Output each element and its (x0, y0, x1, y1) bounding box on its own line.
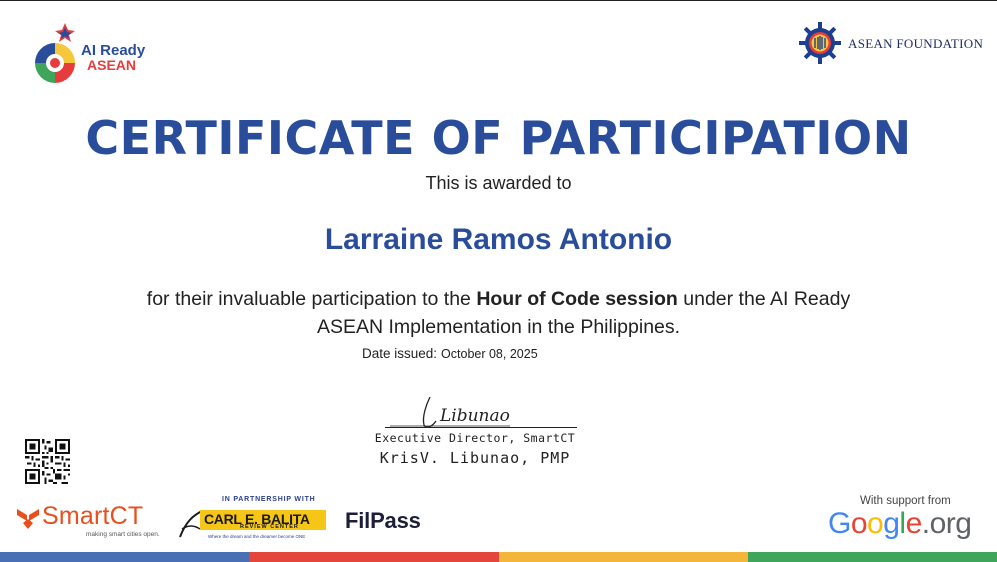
handwritten-signature: Libunao (390, 396, 510, 428)
ai-ready-asean-logo: AI Ready ASEAN (33, 23, 173, 83)
signatory-role: Executive Director, SmartCT (374, 431, 576, 445)
partnership-slogan: Where the dream and the dreamer become O… (208, 534, 306, 539)
partnership-logo: IN PARTNERSHIP WITH CARL E. BALITA REVIE… (178, 495, 338, 545)
smartct-emblem-icon (17, 509, 39, 529)
asean-foundation-text: ASEAN FOUNDATION (848, 36, 984, 51)
color-stripe-segment (0, 552, 250, 562)
filpass-logo: FilPass (345, 508, 421, 533)
smartct-tagline: making smart cities open. (86, 531, 160, 538)
google-letter: o (850, 507, 868, 540)
recipient-name: Larraine Ramos Antonio (324, 223, 673, 256)
signature-script: Libunao (439, 406, 510, 426)
qr-code-icon (25, 439, 70, 484)
date-issued: Date issued: October 08, 2025 (362, 346, 538, 361)
color-stripe-segment (498, 552, 748, 562)
google-letter: G (828, 507, 851, 540)
ai-ready-logo-line2: ASEAN (87, 57, 137, 73)
certificate-title: CERTIFICATE OF PARTICIPATION (85, 111, 912, 165)
signature-block: Libunao Executive Director, SmartCT Kris… (360, 391, 590, 471)
google-letter: o (929, 507, 947, 540)
color-stripe-segment (249, 552, 499, 562)
google-org-wordmark: Google.org (828, 507, 972, 541)
smartct-logo: SmartCT making smart cities open. (16, 501, 166, 543)
ai-ready-logo-line1: AI Ready (81, 42, 146, 59)
smartct-name: SmartCT (42, 502, 144, 530)
ai-ready-emblem-icon (35, 23, 75, 83)
body-text-session: Hour of Code session (476, 288, 678, 310)
google-letter: e (905, 507, 923, 540)
google-letter: r (945, 507, 956, 540)
color-stripe-segment (747, 552, 997, 562)
qr-code[interactable] (25, 439, 70, 484)
certificate: AI Ready ASEAN ASEAN FOUNDATION CERTIFIC… (0, 0, 997, 562)
certificate-body: for their invaluable participation to th… (120, 285, 877, 341)
google-caption: With support from (860, 495, 951, 507)
google-letter: g (955, 507, 972, 540)
google-letter: o (867, 507, 884, 540)
google-org-logo: With support from Google.org (826, 495, 986, 545)
google-letter: . (921, 507, 930, 540)
signature-line (385, 427, 577, 428)
asean-foundation-logo: ASEAN FOUNDATION (798, 21, 988, 67)
signatory-name: KrisV. Libunao, PMP (379, 449, 571, 467)
color-stripe (0, 552, 997, 562)
body-text-pre: for their invaluable participation to th… (146, 288, 477, 310)
date-issued-value: October 08, 2025 (441, 347, 538, 361)
asean-emblem-icon (799, 22, 841, 64)
partnership-caption: IN PARTNERSHIP WITH (222, 496, 316, 503)
partnership-brand-sub: REVIEW CENTER (240, 524, 299, 530)
google-letter: g (883, 507, 900, 540)
date-issued-label: Date issued: (362, 346, 438, 361)
awarded-line: This is awarded to (425, 173, 572, 193)
